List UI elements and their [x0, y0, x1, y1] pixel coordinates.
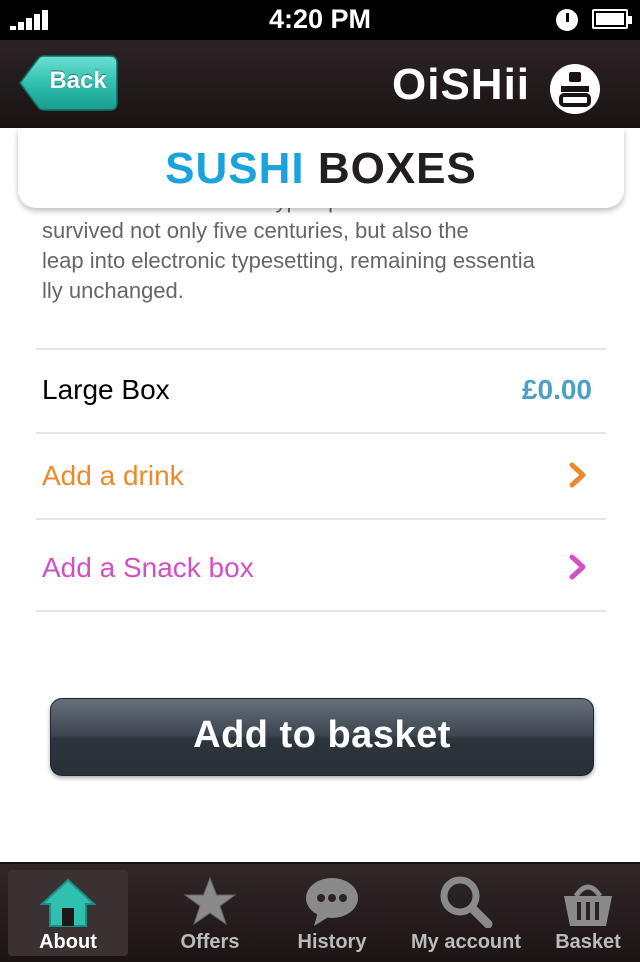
chevron-right-icon [568, 462, 588, 496]
section-header: SUSHI BOXES [18, 128, 624, 208]
tab-bar: About Offers History My account Basket [0, 862, 640, 962]
star-icon [183, 876, 237, 926]
navigation-bar: Back OiSHii [0, 40, 640, 128]
row-divider [36, 610, 606, 612]
tab-offers-label: Offers [180, 931, 240, 953]
home-icon [40, 878, 96, 927]
tab-basket[interactable]: Basket [528, 870, 640, 956]
tab-offers[interactable]: Offers [150, 870, 270, 956]
add-snack-box-row[interactable]: Add a Snack box [36, 518, 606, 610]
basket-icon [564, 884, 612, 926]
title-sushi: SUSHI [165, 144, 305, 193]
tab-history-label: History [297, 931, 367, 953]
large-box-label: Large Box [42, 374, 170, 405]
speech-bubble-icon [306, 878, 358, 926]
add-drink-row[interactable]: Add a drink [36, 432, 606, 520]
content-area[interactable]: scrambled it to make a type specimen boo… [0, 128, 640, 862]
add-to-basket-label: Add to basket [193, 714, 451, 756]
large-box-row: Large Box £0.00 [36, 348, 606, 434]
tab-about-label: About [39, 931, 97, 953]
tab-about[interactable]: About [8, 870, 128, 956]
back-button-label: Back [49, 67, 107, 94]
tab-basket-label: Basket [555, 931, 621, 953]
tab-my-account-label: My account [410, 931, 522, 953]
logo-text: OiSHii [392, 60, 531, 109]
chevron-right-icon [568, 554, 588, 588]
tab-my-account[interactable]: My account [404, 870, 528, 956]
add-snack-box-label: Add a Snack box [42, 552, 254, 583]
back-button[interactable]: Back [18, 55, 118, 111]
status-time: 4:20 PM [268, 4, 372, 34]
alarm-clock-icon [556, 9, 578, 31]
large-box-price: £0.00 [521, 374, 592, 405]
tab-history[interactable]: History [272, 870, 392, 956]
status-bar: 4:20 PM [0, 0, 640, 40]
battery-icon [592, 9, 632, 29]
add-to-basket-button[interactable]: Add to basket [50, 698, 594, 776]
logo-mark-icon [550, 64, 600, 114]
add-drink-label: Add a drink [42, 460, 184, 491]
page-title: SUSHI BOXES [18, 144, 624, 194]
title-boxes: BOXES [317, 144, 477, 193]
search-icon [440, 876, 493, 928]
